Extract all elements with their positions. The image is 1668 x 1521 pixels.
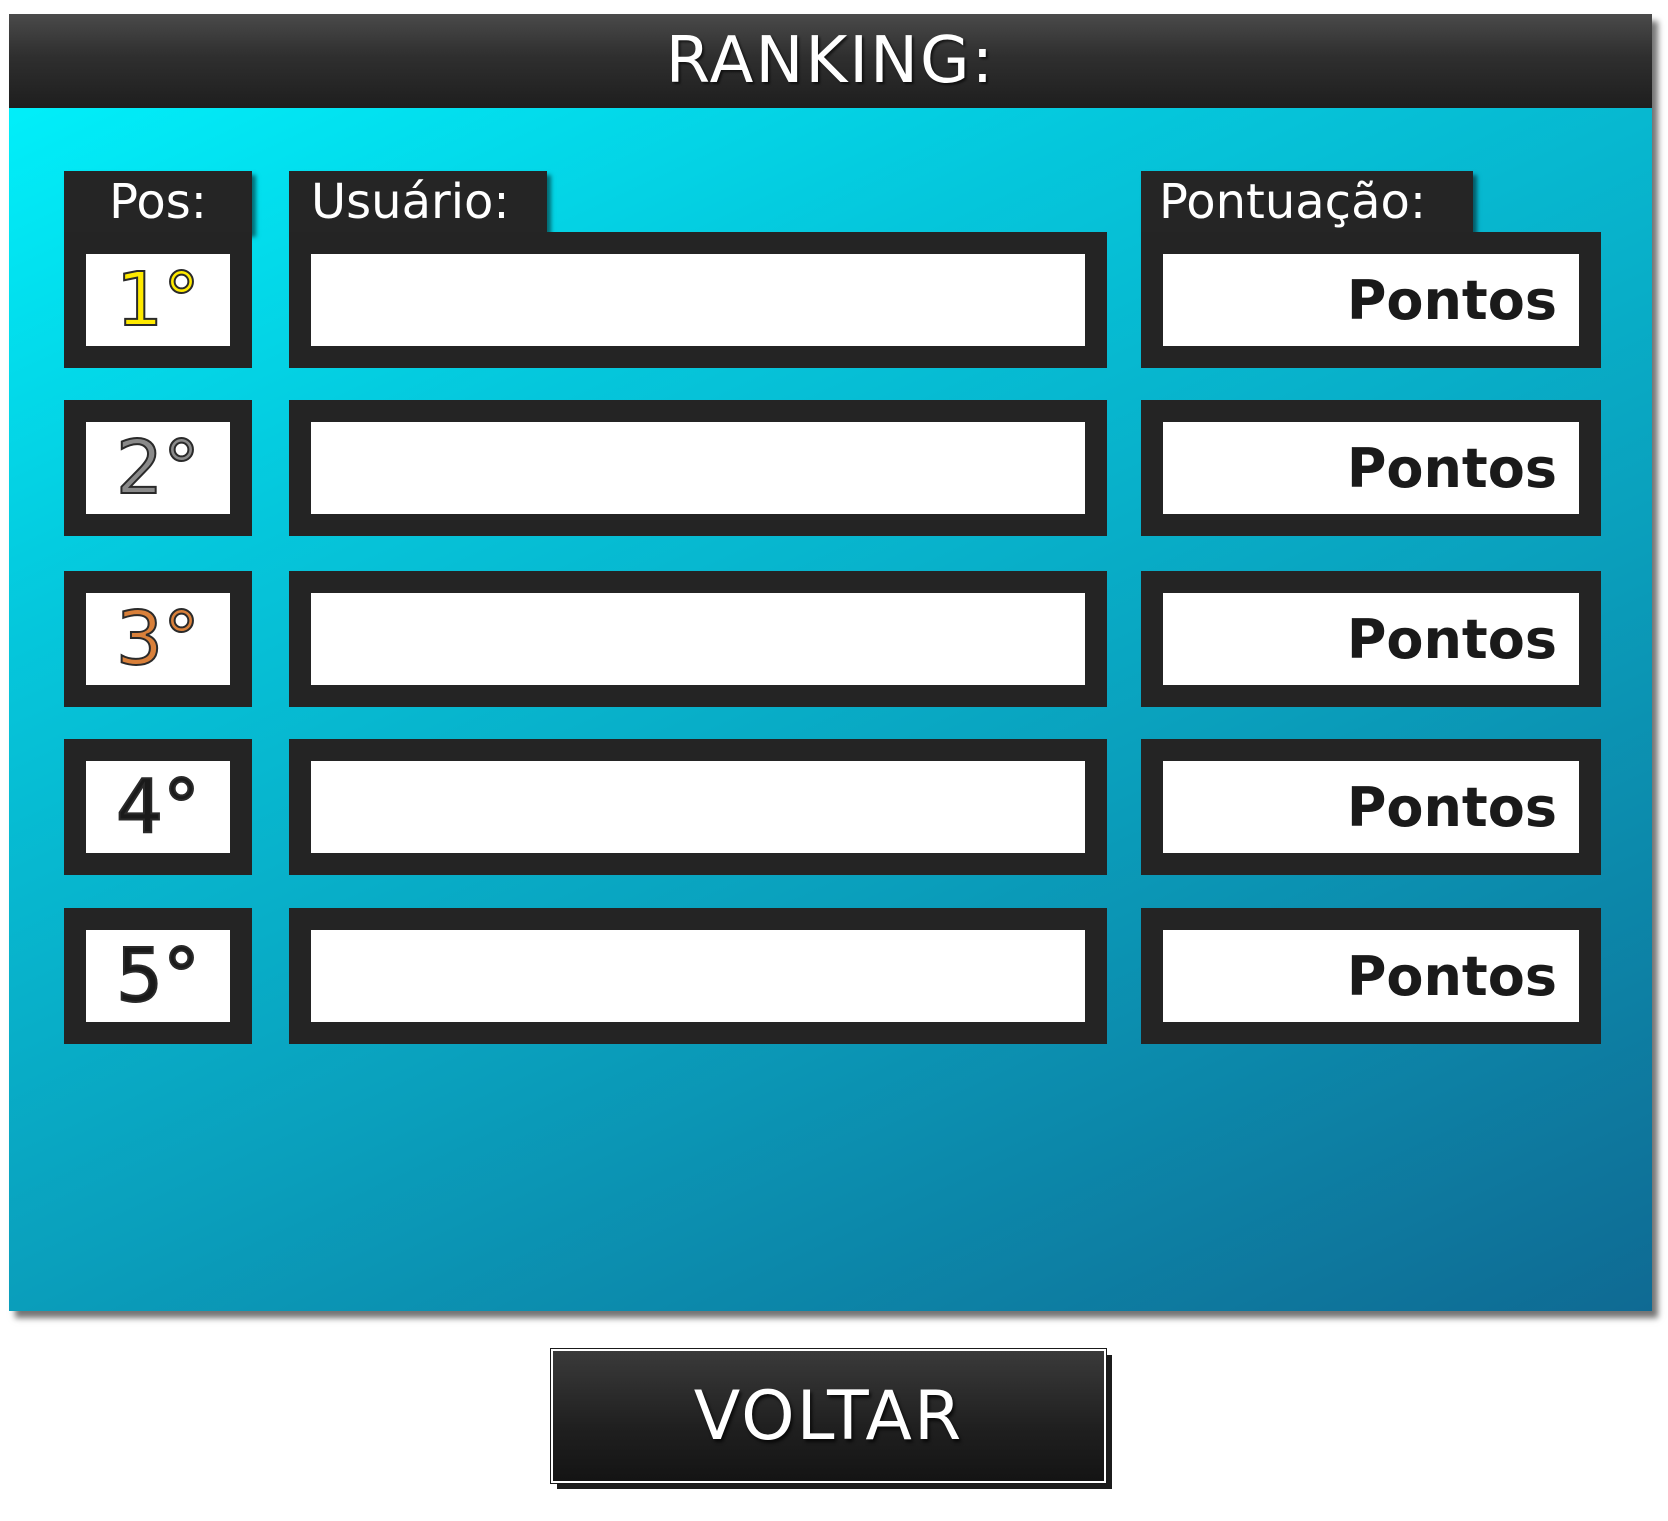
rank-position: 3° (115, 595, 201, 683)
column-header-score: Pontuação: (1141, 171, 1473, 233)
rank-position-cell: 3° (64, 571, 252, 707)
rank-user-cell (289, 571, 1107, 707)
rank-user-cell (289, 908, 1107, 1044)
rank-user-cell (289, 232, 1107, 368)
rank-score-cell: Pontos (1141, 232, 1601, 368)
rank-position: 2° (115, 424, 201, 512)
title-bar: RANKING: (9, 14, 1652, 108)
ranking-panel: RANKING: Pos: Usuário: Pontuação: 1° Pon… (9, 14, 1652, 1311)
rank-score: Pontos (1346, 436, 1557, 500)
back-button[interactable]: VOLTAR (550, 1348, 1107, 1484)
rank-position: 4° (115, 763, 201, 851)
rank-score: Pontos (1346, 607, 1557, 671)
column-header-position: Pos: (64, 171, 252, 233)
rank-position-cell: 5° (64, 908, 252, 1044)
rank-position-cell: 1° (64, 232, 252, 368)
back-button-label: VOLTAR (693, 1376, 964, 1456)
rank-user-cell (289, 400, 1107, 536)
rank-score: Pontos (1346, 944, 1557, 1008)
rank-score: Pontos (1346, 268, 1557, 332)
rank-score-cell: Pontos (1141, 571, 1601, 707)
rank-score: Pontos (1346, 775, 1557, 839)
rank-score-cell: Pontos (1141, 908, 1601, 1044)
rank-position-cell: 4° (64, 739, 252, 875)
rank-position: 5° (115, 932, 201, 1020)
rank-user-cell (289, 739, 1107, 875)
rank-score-cell: Pontos (1141, 739, 1601, 875)
column-header-user: Usuário: (289, 171, 547, 233)
page-title: RANKING: (665, 24, 996, 98)
rank-position: 1° (115, 256, 201, 344)
rank-position-cell: 2° (64, 400, 252, 536)
rank-score-cell: Pontos (1141, 400, 1601, 536)
